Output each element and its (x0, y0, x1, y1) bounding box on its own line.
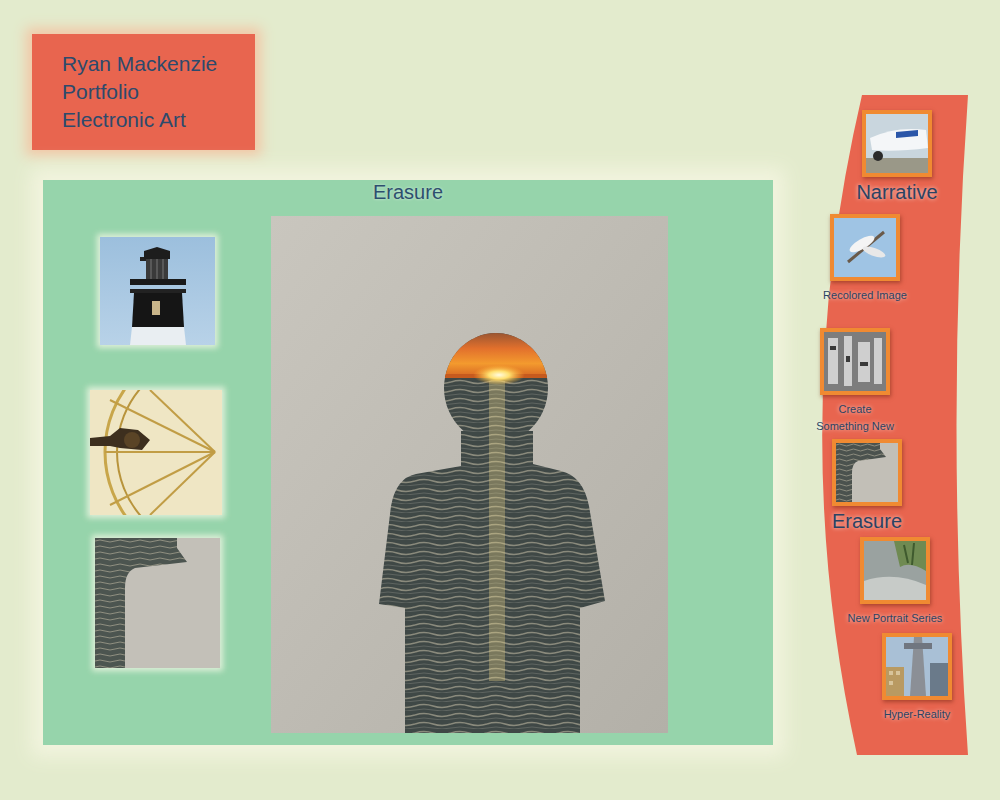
gallery-panel: Erasure (43, 180, 773, 745)
machinery-photo (824, 332, 886, 391)
project-thumbnail[interactable] (862, 110, 932, 177)
project-thumbnail[interactable] (860, 537, 930, 604)
portrait-photo (864, 541, 926, 600)
sidebar-item[interactable]: Narrative (842, 110, 952, 204)
airplane-photo (866, 114, 928, 173)
sidebar-item[interactable]: Create Something New (800, 328, 910, 435)
sidebar-item-label[interactable]: Recolored Image (823, 287, 907, 304)
sidebar-item-label[interactable]: Hyper-Reality (884, 706, 951, 723)
sidebar-item[interactable]: New Portrait Series (840, 537, 950, 627)
project-sidebar: Narrative Recolored Image Create Something… (795, 95, 970, 755)
project-thumbnail[interactable] (820, 328, 890, 395)
header-line: Portfolio (62, 78, 245, 106)
site-header: Ryan MackenziePortfolioElectronic Art (32, 34, 255, 150)
content-column: Ryan MackenziePortfolioElectronic Art Era… (0, 0, 773, 800)
project-thumbnail[interactable] (882, 633, 952, 700)
sidebar-item[interactable]: Hyper-Reality (862, 633, 972, 723)
clock-photo (90, 390, 222, 515)
thumbnail-column (90, 216, 222, 733)
sidebar-item-label[interactable]: Erasure (832, 509, 902, 533)
sunset-silhouette-photo (271, 216, 668, 733)
project-thumbnail[interactable] (832, 439, 902, 506)
sidebar-item-label[interactable]: Narrative (856, 180, 937, 204)
header-line: Ryan Mackenzie (62, 50, 245, 78)
gallery-row (43, 216, 773, 733)
lighthouse-photo (100, 237, 215, 345)
sidebar-item[interactable]: Recolored Image (810, 214, 920, 304)
clock-thumbnail[interactable] (90, 390, 222, 515)
header-line: Electronic Art (62, 106, 245, 134)
project-thumbnail[interactable] (830, 214, 900, 281)
sidebar-item-label[interactable]: Create Something New (811, 401, 899, 435)
sidebar-item[interactable]: Erasure (812, 439, 922, 533)
tower-photo (886, 637, 948, 696)
dragonfly-photo (834, 218, 896, 277)
erasure-photo (836, 443, 898, 502)
featured-artwork[interactable] (271, 216, 668, 733)
project-list: Narrative Recolored Image Create Something… (795, 95, 970, 723)
erasure-thumbnail[interactable] (95, 538, 220, 668)
sidebar-item-label[interactable]: New Portrait Series (848, 610, 943, 627)
gallery-title: Erasure (43, 180, 773, 204)
erasure-crop-photo (95, 538, 220, 668)
lighthouse-thumbnail[interactable] (100, 237, 215, 345)
